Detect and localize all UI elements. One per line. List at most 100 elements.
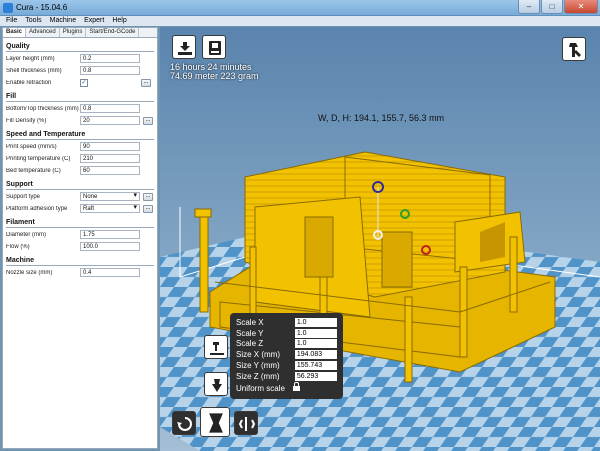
printing-temperature-label: Printing temperature (C) <box>6 155 71 162</box>
flow-row: Flow (%) 100.0 <box>6 241 154 252</box>
quality-section: Quality Layer height (mm) 0.2 Shell thic… <box>3 43 157 88</box>
section-title-speed: Speed and Temperature <box>6 131 154 140</box>
enable-retraction-checkbox[interactable]: ✓ <box>80 78 88 87</box>
diameter-label: Diameter (mm) <box>6 231 46 238</box>
speed-temperature-section: Speed and Temperature Print speed (mm/s)… <box>3 131 157 176</box>
model-dimensions: W, D, H: 194.1, 155.7, 56.3 mm <box>318 113 445 123</box>
lay-flat-icon <box>210 342 224 355</box>
size-y-field[interactable]: 155.743 <box>294 361 337 371</box>
menu-file[interactable]: File <box>6 16 17 26</box>
fill-density-label: Fill Density (%) <box>6 117 47 124</box>
print-speed-field[interactable]: 90 <box>80 142 140 151</box>
size-y-row: Size Y (mm) 155.743 <box>236 360 337 371</box>
menu-expert[interactable]: Expert <box>84 16 104 26</box>
settings-tabs: Basic Advanced Plugins Start/End-GCode <box>3 28 157 38</box>
nozzle-size-row: Nozzle size (mm) 0.4 <box>6 267 154 278</box>
support-type-row: Support type None ... <box>6 191 154 202</box>
save-toolpath-icon <box>209 41 221 55</box>
tab-plugins[interactable]: Plugins <box>60 28 87 37</box>
fill-section: Fill Bottom/Top thickness (mm) 0.8 Fill … <box>3 93 157 126</box>
rotate-tool-button[interactable] <box>172 411 196 435</box>
scale-y-label: Scale Y <box>236 328 264 338</box>
reset-icon <box>212 379 222 392</box>
size-x-label: Size X (mm) <box>236 350 280 360</box>
retraction-settings-button[interactable]: ... <box>141 78 151 87</box>
support-type-select[interactable]: None <box>80 192 140 201</box>
scale-x-field[interactable]: 1.0 <box>294 317 337 327</box>
scale-y-field[interactable]: 1.0 <box>294 328 337 338</box>
close-button[interactable]: ✕ <box>564 0 598 14</box>
menu-bar: File Tools Machine Expert Help <box>0 16 600 26</box>
save-toolpath-button[interactable] <box>202 35 226 59</box>
scale-tool-button[interactable] <box>200 407 230 437</box>
size-x-field[interactable]: 194.083 <box>294 350 337 360</box>
filament-section: Filament Diameter (mm) 1.75 Flow (%) 100… <box>3 219 157 252</box>
support-section: Support Support type None ... Platform a… <box>3 181 157 214</box>
size-z-label: Size Z (mm) <box>236 371 280 381</box>
printing-temperature-row: Printing temperature (C) 210 <box>6 153 154 164</box>
printing-temperature-field[interactable]: 210 <box>80 154 140 163</box>
section-title-filament: Filament <box>6 219 154 228</box>
mirror-icon <box>239 417 255 431</box>
platform-adhesion-select[interactable]: Raft <box>80 204 140 213</box>
window-controls: – □ ✕ <box>517 0 598 14</box>
scale-z-field[interactable]: 1.0 <box>294 339 337 349</box>
bed-temperature-row: Bed temperature (C) 60 <box>6 165 154 176</box>
load-model-button[interactable] <box>172 35 196 59</box>
enable-retraction-row: Enable retraction ✓ ... <box>6 77 154 88</box>
tab-advanced[interactable]: Advanced <box>26 28 60 37</box>
support-settings-button[interactable]: ... <box>143 192 153 201</box>
bed-temperature-label: Bed temperature (C) <box>6 167 61 174</box>
layer-height-field[interactable]: 0.2 <box>80 54 140 63</box>
3d-viewport[interactable]: 16 hours 24 minutes 74.69 meter 223 gram… <box>160 27 600 451</box>
shell-thickness-field[interactable]: 0.8 <box>80 66 140 75</box>
diameter-row: Diameter (mm) 1.75 <box>6 229 154 240</box>
section-title-quality: Quality <box>6 43 154 52</box>
platform-adhesion-row: Platform adhesion type Raft ... <box>6 203 154 214</box>
fill-density-field[interactable]: 20 <box>80 116 140 125</box>
scale-z-row: Scale Z 1.0 <box>236 339 337 350</box>
uniform-scale-toggle[interactable]: Uniform scale <box>236 381 337 393</box>
lay-flat-button[interactable] <box>204 335 228 359</box>
minimize-button[interactable]: – <box>518 0 540 14</box>
reset-button[interactable] <box>204 372 228 396</box>
lock-icon[interactable] <box>292 381 300 392</box>
flow-label: Flow (%) <box>6 243 30 250</box>
flow-field[interactable]: 100.0 <box>80 242 140 251</box>
machine-section: Machine Nozzle size (mm) 0.4 <box>3 257 157 278</box>
adhesion-settings-button[interactable]: ... <box>143 204 153 213</box>
menu-machine[interactable]: Machine <box>50 16 76 26</box>
bottom-top-thickness-field[interactable]: 0.8 <box>80 104 140 113</box>
tab-basic[interactable]: Basic <box>3 28 27 37</box>
maximize-button[interactable]: □ <box>541 0 563 14</box>
nozzle-size-field[interactable]: 0.4 <box>80 268 140 277</box>
bed-temperature-field[interactable]: 60 <box>80 166 140 175</box>
bottom-top-thickness-row: Bottom/Top thickness (mm) 0.8 <box>6 103 154 114</box>
platform-adhesion-label: Platform adhesion type <box>6 205 68 212</box>
fill-settings-button[interactable]: ... <box>143 116 153 125</box>
scale-z-label: Scale Z <box>236 339 264 349</box>
tab-start-end-gcode[interactable]: Start/End-GCode <box>86 28 140 37</box>
support-type-label: Support type <box>6 193 41 200</box>
size-z-field[interactable]: 56.293 <box>294 371 337 381</box>
scale-icon <box>209 413 223 433</box>
bottom-top-thickness-label: Bottom/Top thickness (mm) <box>6 105 79 112</box>
uniform-scale-label: Uniform scale <box>236 383 285 393</box>
scale-panel: Scale X 1.0 Scale Y 1.0 Scale Z 1.0 Size… <box>230 313 343 399</box>
scale-x-label: Scale X <box>236 317 264 327</box>
size-x-row: Size X (mm) 194.083 <box>236 349 337 360</box>
shell-thickness-row: Shell thickness (mm) 0.8 <box>6 65 154 76</box>
cura-app-icon <box>3 3 13 13</box>
menu-help[interactable]: Help <box>112 16 126 26</box>
section-title-fill: Fill <box>6 93 154 102</box>
print-speed-row: Print speed (mm/s) 90 <box>6 141 154 152</box>
print-speed-label: Print speed (mm/s) <box>6 143 57 150</box>
mirror-tool-button[interactable] <box>234 411 258 435</box>
diameter-field[interactable]: 1.75 <box>80 230 140 239</box>
enable-retraction-label: Enable retraction <box>6 79 52 86</box>
scale-y-row: Scale Y 1.0 <box>236 328 337 339</box>
settings-panel: Basic Advanced Plugins Start/End-GCode Q… <box>2 27 158 449</box>
nozzle-size-label: Nozzle size (mm) <box>6 269 53 276</box>
view-mode-button[interactable] <box>562 37 586 61</box>
menu-tools[interactable]: Tools <box>25 16 41 26</box>
